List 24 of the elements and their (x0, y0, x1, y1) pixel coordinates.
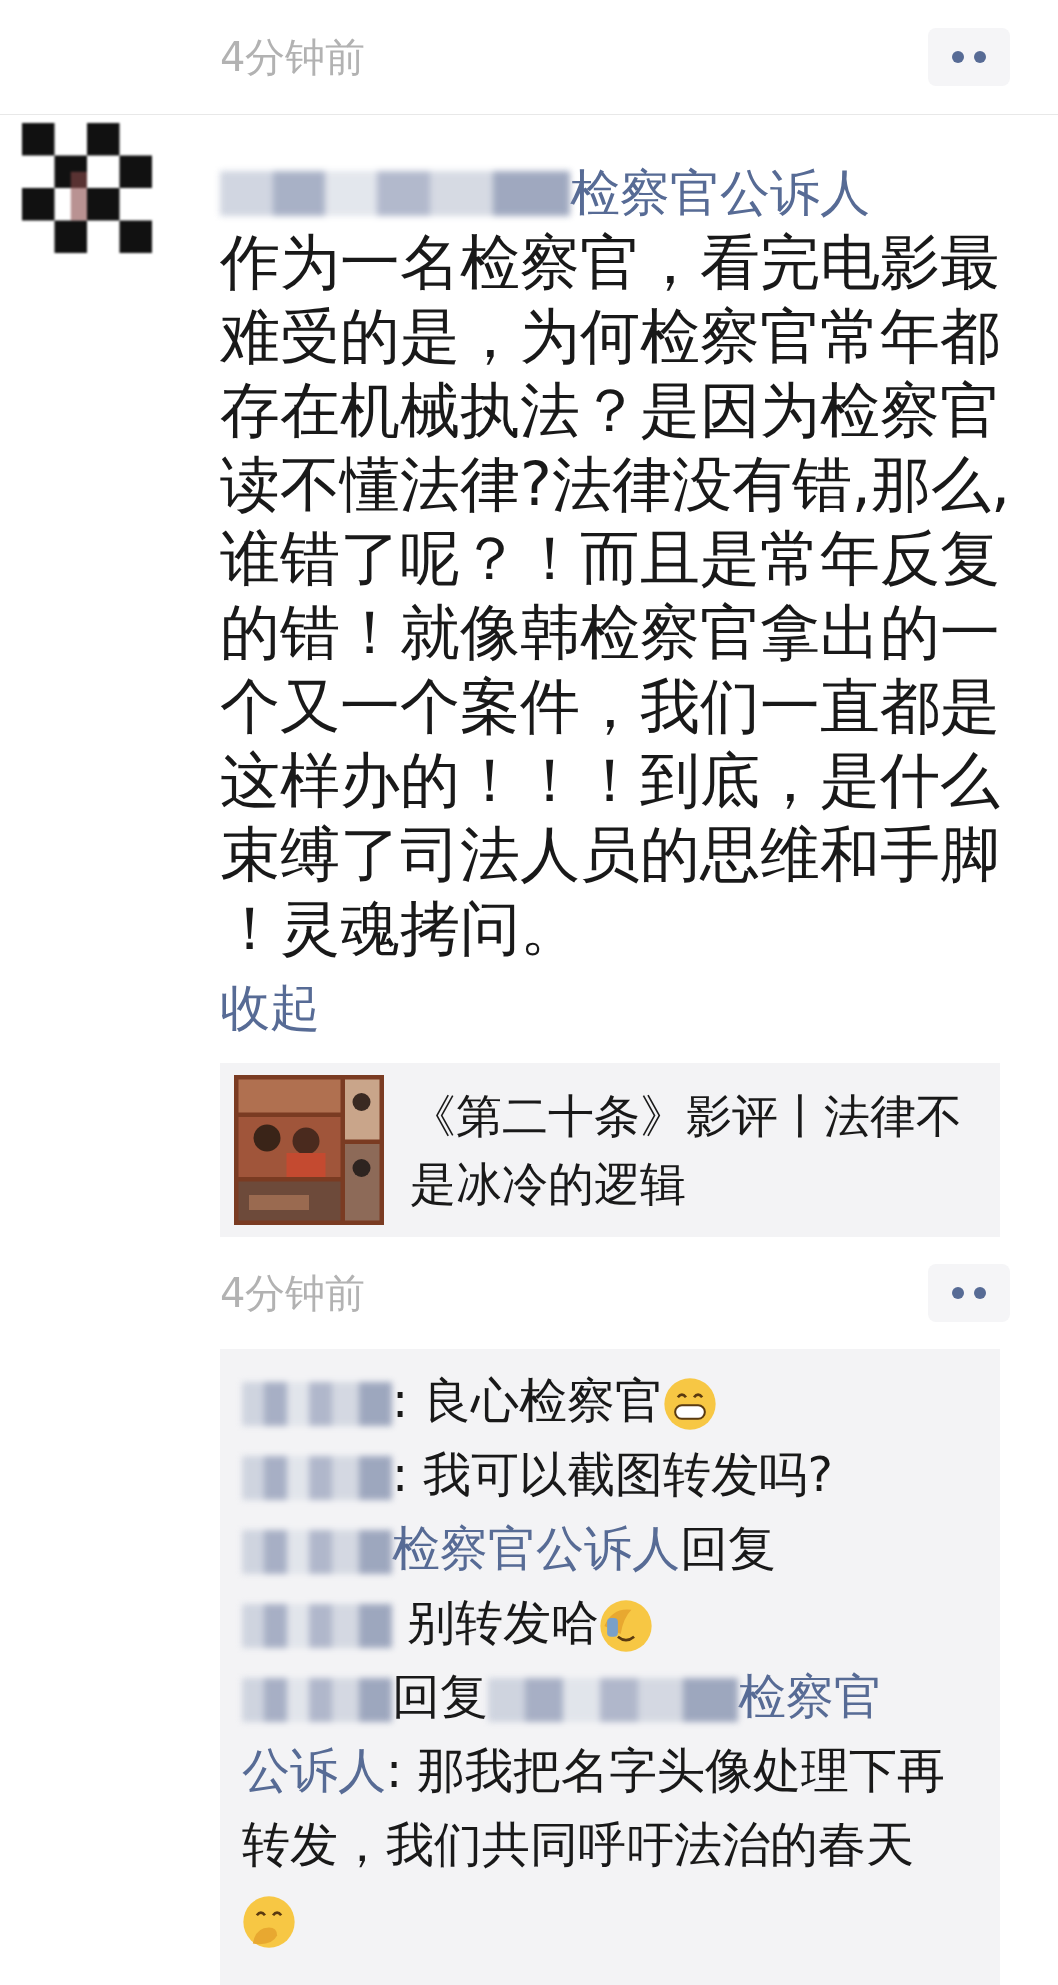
author-name[interactable]: 检察官公诉人 (570, 161, 870, 225)
commenter-name[interactable]: 检察官公诉人 (392, 1520, 680, 1576)
comment-text: 转发，我们共同呼吁法治的春天 (242, 1816, 914, 1872)
more-button[interactable] (928, 1264, 1010, 1322)
commenter-name[interactable]: 公诉人 (242, 1742, 386, 1798)
collapse-link[interactable]: 收起 (220, 979, 320, 1037)
post-text: 作为一名检察官，看完电影最难受的是，为何检察官常年都存在机械执法？是因为检察官读不懂法律?法律没有错,那么,谁错了呢？！而且是常年反复的错！就像韩检察官拿出的一个又一个案件，我们一直都是这样办的！！！到底，是什么束缚了司法人员的思维和手脚！灵魂拷问。 (220, 226, 1011, 965)
more-button[interactable] (928, 28, 1010, 86)
comment-text: 别转发哈 (406, 1594, 600, 1650)
comment-text: : 良心检察官 (392, 1372, 664, 1428)
link-title: 《第二十条》影评丨法律不是冰冷的逻辑 (410, 1088, 963, 1213)
commenter-name[interactable]: 检察官 (738, 1668, 882, 1724)
dots-icon (949, 1286, 989, 1300)
comment-text: : 那我把名字头像处理下再 (386, 1742, 946, 1798)
link-card[interactable]: 《第二十条》影评丨法律不是冰冷的逻辑 (220, 1063, 1000, 1237)
grin-emoji-icon (663, 1377, 718, 1431)
comment-text: 回复 (680, 1520, 776, 1576)
facepalm-emoji-icon (599, 1599, 654, 1653)
post-time: 4分钟前 (220, 1268, 366, 1318)
comment-text: : 我可以截图转发吗? (392, 1446, 833, 1502)
giggle-emoji-icon (242, 1895, 296, 1949)
dots-icon (949, 50, 989, 64)
comment-text: 回复 (392, 1668, 488, 1724)
post-time: 4分钟前 (220, 32, 366, 82)
